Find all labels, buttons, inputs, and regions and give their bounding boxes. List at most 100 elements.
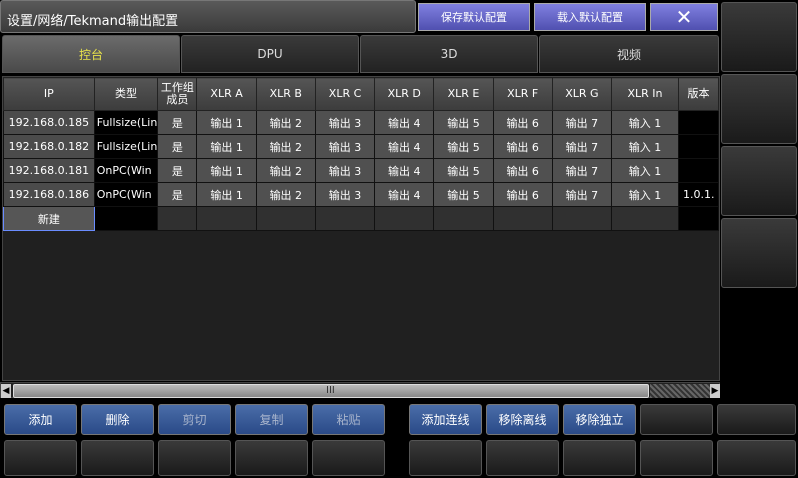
cell-xlr-g[interactable]: 输出 7 xyxy=(551,158,613,183)
tab-dpu[interactable]: DPU xyxy=(181,35,359,73)
cell-xlr-e[interactable]: 输出 5 xyxy=(433,182,494,207)
cell-xlr-a[interactable]: 输出 1 xyxy=(196,134,257,159)
blank-button[interactable] xyxy=(235,440,308,476)
cell-xlr-g[interactable]: 输出 7 xyxy=(551,110,613,135)
cell-xlr-b[interactable]: 输出 2 xyxy=(255,182,316,207)
cell-xlr-in[interactable]: 输入 1 xyxy=(611,182,679,207)
cell-version[interactable]: 1.0.1. xyxy=(678,182,719,207)
cell-xlr-d[interactable]: 输出 4 xyxy=(374,134,435,159)
blank-button[interactable] xyxy=(717,404,796,435)
scroll-right-icon[interactable]: ▶ xyxy=(710,384,720,398)
column-header-member[interactable]: 工作组成员 xyxy=(157,77,198,111)
cell-xlr-f[interactable]: 输出 6 xyxy=(492,134,553,159)
column-header-version[interactable]: 版本 xyxy=(678,77,719,111)
cell-xlr-g[interactable]: 输出 7 xyxy=(551,134,613,159)
cell-type[interactable]: OnPC(Win xyxy=(93,158,159,183)
scroll-left-icon[interactable]: ◀ xyxy=(1,384,11,398)
column-header-xlr-c[interactable]: XLR C xyxy=(314,77,376,111)
cell-xlr-g[interactable]: 输出 7 xyxy=(551,182,613,207)
table-row[interactable]: 192.168.0.186 OnPC(Win 是 输出 1 输出 2 输出 3 … xyxy=(3,182,719,207)
cell-type[interactable]: Fullsize(Lin xyxy=(93,110,159,135)
cut-button[interactable]: 剪切 xyxy=(158,404,231,435)
side-button-3[interactable] xyxy=(721,146,797,216)
cell-xlr-c[interactable]: 输出 3 xyxy=(314,158,376,183)
cell-version[interactable] xyxy=(678,110,719,135)
column-header-xlr-a[interactable]: XLR A xyxy=(196,77,257,111)
blank-button[interactable] xyxy=(640,440,713,476)
cell-xlr-a[interactable]: 输出 1 xyxy=(196,182,257,207)
cell-xlr-c[interactable]: 输出 3 xyxy=(314,110,376,135)
cell-ip[interactable]: 192.168.0.181 xyxy=(3,158,95,183)
cell-xlr-f[interactable]: 输出 6 xyxy=(492,182,553,207)
tab-video[interactable]: 视频 xyxy=(539,35,719,73)
tab-3d[interactable]: 3D xyxy=(360,35,538,73)
column-header-xlr-f[interactable]: XLR F xyxy=(492,77,553,111)
blank-button[interactable] xyxy=(563,440,636,476)
cell-ip[interactable]: 192.168.0.182 xyxy=(3,134,95,159)
blank-button[interactable] xyxy=(4,440,77,476)
remove-offline-button[interactable]: 移除离线 xyxy=(486,404,559,435)
column-header-xlr-in[interactable]: XLR In xyxy=(611,77,679,111)
cell-xlr-b[interactable]: 输出 2 xyxy=(255,158,316,183)
cell-xlr-c[interactable]: 输出 3 xyxy=(314,182,376,207)
blank-button[interactable] xyxy=(717,440,796,476)
blank-button[interactable] xyxy=(312,440,385,476)
load-default-button[interactable]: 载入默认配置 xyxy=(534,3,646,31)
scrollbar-track[interactable] xyxy=(650,384,710,398)
paste-button[interactable]: 粘贴 xyxy=(312,404,385,435)
cell-xlr-d[interactable]: 输出 4 xyxy=(374,110,435,135)
blank-button[interactable] xyxy=(486,440,559,476)
cell-xlr-b[interactable]: 输出 2 xyxy=(255,134,316,159)
column-header-xlr-b[interactable]: XLR B xyxy=(255,77,316,111)
cell-xlr-in[interactable]: 输入 1 xyxy=(611,158,679,183)
cell-ip[interactable]: 192.168.0.186 xyxy=(3,182,95,207)
cell-xlr-e[interactable]: 输出 5 xyxy=(433,158,494,183)
cell-xlr-in[interactable]: 输入 1 xyxy=(611,110,679,135)
new-entry-button[interactable]: 新建 xyxy=(3,206,95,231)
cell-xlr-d[interactable]: 输出 4 xyxy=(374,158,435,183)
add-button[interactable]: 添加 xyxy=(4,404,77,435)
cell-xlr-d[interactable]: 输出 4 xyxy=(374,182,435,207)
add-connection-button[interactable]: 添加连线 xyxy=(409,404,482,435)
cell-version[interactable] xyxy=(678,158,719,183)
cell-xlr-f[interactable]: 输出 6 xyxy=(492,158,553,183)
tab-console[interactable]: 控台 xyxy=(2,35,180,73)
blank-button[interactable] xyxy=(81,440,154,476)
cell-member[interactable]: 是 xyxy=(157,182,198,207)
cell-xlr-e[interactable]: 输出 5 xyxy=(433,110,494,135)
cell-xlr-in[interactable]: 输入 1 xyxy=(611,134,679,159)
blank-button[interactable] xyxy=(158,440,231,476)
new-row[interactable]: 新建 xyxy=(3,206,719,231)
side-button-4[interactable] xyxy=(721,218,797,288)
column-header-xlr-d[interactable]: XLR D xyxy=(374,77,435,111)
copy-button[interactable]: 复制 xyxy=(235,404,308,435)
cell-xlr-c[interactable]: 输出 3 xyxy=(314,134,376,159)
column-header-type[interactable]: 类型 xyxy=(93,77,159,111)
cell-member[interactable]: 是 xyxy=(157,134,198,159)
side-button-2[interactable] xyxy=(721,74,797,144)
horizontal-scrollbar[interactable]: ◀ III ▶ xyxy=(0,382,720,398)
cell-xlr-a[interactable]: 输出 1 xyxy=(196,110,257,135)
blank-button[interactable] xyxy=(640,404,713,435)
table-row[interactable]: 192.168.0.182 Fullsize(Lin 是 输出 1 输出 2 输… xyxy=(3,134,719,159)
remove-standalone-button[interactable]: 移除独立 xyxy=(563,404,636,435)
cell-xlr-f[interactable]: 输出 6 xyxy=(492,110,553,135)
side-button-1[interactable] xyxy=(721,2,797,72)
close-icon[interactable]: ✕ xyxy=(650,3,718,31)
table-row[interactable]: 192.168.0.181 OnPC(Win 是 输出 1 输出 2 输出 3 … xyxy=(3,158,719,183)
column-header-ip[interactable]: IP xyxy=(3,77,95,111)
cell-ip[interactable]: 192.168.0.185 xyxy=(3,110,95,135)
table-row[interactable]: 192.168.0.185 Fullsize(Lin 是 输出 1 输出 2 输… xyxy=(3,110,719,135)
column-header-xlr-g[interactable]: XLR G xyxy=(551,77,613,111)
cell-xlr-b[interactable]: 输出 2 xyxy=(255,110,316,135)
delete-button[interactable]: 删除 xyxy=(81,404,154,435)
cell-xlr-a[interactable]: 输出 1 xyxy=(196,158,257,183)
cell-type[interactable]: Fullsize(Lin xyxy=(93,134,159,159)
blank-button[interactable] xyxy=(409,440,482,476)
cell-xlr-e[interactable]: 输出 5 xyxy=(433,134,494,159)
cell-member[interactable]: 是 xyxy=(157,158,198,183)
cell-member[interactable]: 是 xyxy=(157,110,198,135)
scrollbar-thumb[interactable]: III xyxy=(13,384,649,398)
column-header-xlr-e[interactable]: XLR E xyxy=(433,77,494,111)
cell-version[interactable] xyxy=(678,134,719,159)
